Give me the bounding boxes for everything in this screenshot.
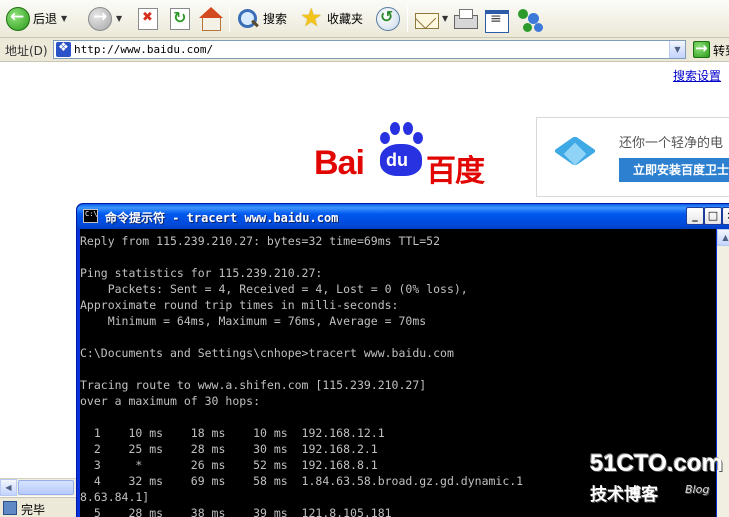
history-icon xyxy=(376,6,400,31)
console-line: Ping statistics for 115.239.210.27: xyxy=(80,266,323,280)
edit-page-icon xyxy=(484,7,509,33)
horizontal-scrollbar[interactable]: ◀ xyxy=(0,478,76,496)
ad-text: 还你一个轻净的电 xyxy=(619,136,724,151)
console-line: 1 10 ms 18 ms 10 ms 192.168.12.1 xyxy=(80,426,385,440)
address-dropdown-icon[interactable]: ▼ xyxy=(669,41,685,58)
maximize-button[interactable]: □ xyxy=(704,207,722,225)
address-url[interactable]: http://www.baidu.com/ xyxy=(74,43,213,56)
logo-chinese-text: 百度 xyxy=(426,154,485,189)
paw-icon: du xyxy=(374,120,428,178)
scroll-up-icon[interactable]: ▲ xyxy=(717,229,729,246)
scroll-left-icon[interactable]: ◀ xyxy=(0,479,17,496)
security-ad-banner[interactable]: 还你一个轻净的电 立即安装百度卫士 xyxy=(536,117,729,197)
window-title-bar[interactable]: 命令提示符 - tracert www.baidu.com _ □ × xyxy=(77,204,729,229)
browser-toolbar: 后退 ▼ ▼ 搜索 收藏夹 ▼ xyxy=(0,0,729,38)
edit-button[interactable] xyxy=(484,3,509,34)
address-bar: 地址(D) http://www.baidu.com/ ▼ 转到 xyxy=(0,38,729,62)
status-text: 完毕 xyxy=(21,503,46,517)
go-arrow-icon[interactable] xyxy=(693,39,710,58)
print-button[interactable] xyxy=(453,3,478,34)
console-line: C:\Documents and Settings\cnhope>tracert… xyxy=(80,346,454,360)
toolbar-separator xyxy=(229,6,230,32)
scroll-thumb[interactable] xyxy=(18,480,74,495)
search-button[interactable]: 搜索 xyxy=(236,3,287,34)
back-dropdown-icon[interactable]: ▼ xyxy=(61,14,67,23)
address-input[interactable]: http://www.baidu.com/ ▼ xyxy=(53,40,686,59)
shield-cube-icon xyxy=(557,136,595,176)
forward-button[interactable]: ▼ xyxy=(88,3,122,34)
star-icon xyxy=(300,3,324,32)
go-button[interactable]: 转到 xyxy=(713,42,729,59)
favorites-button[interactable]: 收藏夹 xyxy=(300,3,363,34)
minimize-button[interactable]: _ xyxy=(686,207,704,225)
console-line: over a maximum of 30 hops: xyxy=(80,394,261,408)
baidu-favicon-icon xyxy=(56,40,71,57)
home-button[interactable] xyxy=(199,3,223,34)
history-button[interactable] xyxy=(376,3,400,34)
watermark-logo: 51CTO.com 技术博客 Blog xyxy=(590,450,723,505)
close-button[interactable]: × xyxy=(722,207,729,225)
forward-dropdown-icon[interactable]: ▼ xyxy=(116,14,122,23)
search-settings-link[interactable]: 搜索设置 xyxy=(673,67,721,84)
install-button[interactable]: 立即安装百度卫士 xyxy=(619,158,729,182)
console-line: Packets: Sent = 4, Received = 4, Lost = … xyxy=(80,282,468,296)
search-label: 搜索 xyxy=(263,12,288,26)
console-line: Tracing route to www.a.shifen.com [115.2… xyxy=(80,378,427,392)
console-line: Minimum = 64ms, Maximum = 76ms, Average … xyxy=(80,314,427,328)
watermark-blog: Blog xyxy=(685,483,710,496)
baidu-logo[interactable]: Bai du 百度 xyxy=(314,120,494,189)
back-button[interactable]: 后退 ▼ xyxy=(6,3,67,34)
mail-dropdown-icon[interactable]: ▼ xyxy=(442,14,448,23)
logo-text: Bai xyxy=(314,144,365,182)
console-line: Approximate round trip times in milli-se… xyxy=(80,298,399,312)
mail-button[interactable]: ▼ xyxy=(414,3,448,34)
refresh-icon xyxy=(170,7,190,30)
stop-button[interactable] xyxy=(138,3,158,34)
watermark-sub: 技术博客 xyxy=(590,485,658,505)
messenger-button[interactable] xyxy=(517,3,541,34)
printer-icon xyxy=(453,7,478,31)
mail-icon xyxy=(414,7,439,31)
paw-text: du xyxy=(386,150,408,170)
refresh-button[interactable] xyxy=(170,3,190,34)
toolbar-separator xyxy=(407,6,408,32)
back-label: 后退 xyxy=(33,12,58,26)
console-line: Reply from 115.239.210.27: bytes=32 time… xyxy=(80,234,441,248)
address-label: 地址(D) xyxy=(5,44,48,58)
search-icon xyxy=(236,7,260,31)
forward-arrow-icon xyxy=(88,6,112,31)
console-icon[interactable] xyxy=(83,209,98,223)
stop-icon xyxy=(138,7,158,30)
favorites-label: 收藏夹 xyxy=(327,12,364,26)
messenger-icon xyxy=(517,7,541,31)
watermark-main: 51CTO.com xyxy=(590,450,723,477)
console-line: 5 28 ms 38 ms 39 ms 121.8.105.181 xyxy=(80,506,392,517)
back-arrow-icon xyxy=(6,6,30,31)
window-title: 命令提示符 - tracert www.baidu.com xyxy=(105,211,339,225)
page-done-icon xyxy=(3,501,17,515)
home-icon xyxy=(199,6,223,31)
